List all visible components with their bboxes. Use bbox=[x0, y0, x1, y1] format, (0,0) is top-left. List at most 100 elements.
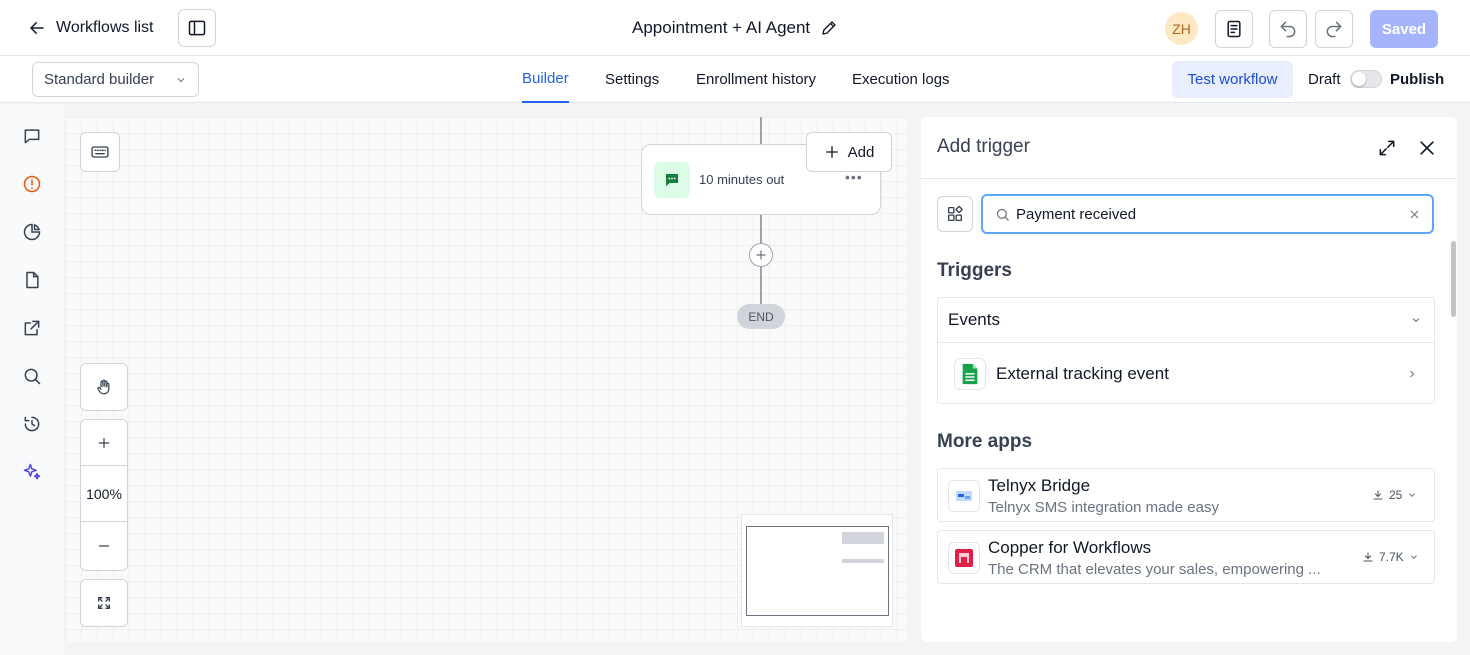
app-card-copper-for-workflows[interactable]: Copper for Workflows The CRM that elevat… bbox=[937, 530, 1435, 584]
redo-icon bbox=[1324, 19, 1344, 39]
pie-chart-icon[interactable] bbox=[20, 220, 44, 244]
pencil-icon[interactable] bbox=[820, 19, 838, 37]
builder-mode-value: Standard builder bbox=[44, 71, 155, 88]
panel-scrollbar[interactable] bbox=[1451, 241, 1456, 317]
events-label: Events bbox=[948, 310, 1000, 329]
node-label: 10 minutes out bbox=[699, 172, 785, 187]
chevron-right-icon bbox=[1406, 368, 1418, 380]
publish-label: Publish bbox=[1390, 71, 1445, 88]
category-filter-button[interactable] bbox=[937, 196, 973, 232]
search-icon bbox=[995, 207, 1010, 222]
spreadsheet-icon bbox=[954, 358, 986, 390]
search-icon[interactable] bbox=[20, 364, 44, 388]
zoom-controls: 100% bbox=[80, 419, 128, 571]
workflow-title-group: Appointment + AI Agent bbox=[632, 14, 838, 42]
notes-button[interactable] bbox=[1215, 10, 1253, 48]
triggers-heading: Triggers bbox=[937, 260, 1012, 281]
install-count: 25 bbox=[1389, 488, 1403, 502]
app-description: The CRM that elevates your sales, empowe… bbox=[988, 561, 1321, 578]
file-icon[interactable] bbox=[20, 268, 44, 292]
arrow-left-icon bbox=[28, 19, 46, 37]
apps-grid-icon bbox=[946, 205, 964, 223]
zoom-out-button[interactable] bbox=[81, 522, 127, 570]
left-rail bbox=[0, 104, 64, 655]
back-label: Workflows list bbox=[56, 19, 154, 36]
plus-icon bbox=[824, 144, 840, 160]
maximize-icon[interactable] bbox=[1375, 136, 1399, 160]
publish-toggle[interactable] bbox=[1350, 70, 1382, 88]
keyboard-icon bbox=[90, 142, 110, 162]
connector-line-bottom bbox=[760, 267, 762, 304]
app-card-telnyx-bridge[interactable]: Telnyx Bridge Telnyx SMS integration mad… bbox=[937, 468, 1435, 522]
tab-enrollment-history[interactable]: Enrollment history bbox=[696, 56, 816, 103]
minus-icon bbox=[97, 539, 111, 553]
back-to-workflows-link[interactable]: Workflows list bbox=[28, 14, 154, 42]
events-accordion-header[interactable]: Events bbox=[938, 298, 1434, 343]
chevron-down-icon bbox=[1407, 490, 1417, 500]
more-apps-heading: More apps bbox=[937, 431, 1033, 452]
app-install-count: 25 bbox=[1372, 488, 1417, 502]
panel-title: Add trigger bbox=[937, 136, 1030, 157]
tab-execution-logs[interactable]: Execution logs bbox=[852, 56, 950, 103]
insert-step-button[interactable] bbox=[749, 243, 773, 267]
builder-mode-select[interactable]: Standard builder bbox=[32, 62, 199, 97]
alert-circle-icon[interactable] bbox=[20, 172, 44, 196]
chevron-down-icon bbox=[1409, 552, 1419, 562]
end-marker: END bbox=[737, 304, 785, 329]
add-label: Add bbox=[847, 143, 875, 161]
zoom-level-button[interactable]: 100% bbox=[81, 466, 127, 522]
panel-header: Add trigger bbox=[921, 117, 1457, 179]
tab-settings[interactable]: Settings bbox=[605, 56, 659, 103]
workflow-canvas[interactable]: 10 minutes out ••• Add END 100% bbox=[65, 117, 907, 642]
user-avatar[interactable]: ZH bbox=[1165, 12, 1198, 45]
download-icon bbox=[1362, 551, 1374, 563]
redo-button[interactable] bbox=[1315, 10, 1353, 48]
connector-line-top bbox=[760, 117, 762, 144]
close-icon[interactable] bbox=[1415, 136, 1439, 160]
download-icon bbox=[1372, 489, 1384, 501]
undo-icon bbox=[1278, 19, 1298, 39]
keyboard-shortcuts-button[interactable] bbox=[80, 132, 120, 172]
app-description: Telnyx SMS integration made easy bbox=[988, 499, 1219, 516]
sparkle-icon[interactable] bbox=[20, 460, 44, 484]
install-count: 7.7K bbox=[1379, 550, 1404, 564]
clear-search-icon[interactable] bbox=[1409, 209, 1420, 220]
expand-icon bbox=[96, 595, 112, 611]
add-trigger-panel: Add trigger Triggers Events bbox=[921, 117, 1457, 642]
saved-button[interactable]: Saved bbox=[1370, 10, 1438, 48]
trigger-search-input[interactable] bbox=[1016, 205, 1409, 223]
sub-navigation-bar: Standard builder Builder Settings Enroll… bbox=[0, 56, 1470, 103]
message-icon bbox=[654, 162, 690, 198]
clipboard-list-icon bbox=[1224, 19, 1244, 39]
app-name: Copper for Workflows bbox=[988, 538, 1152, 557]
hand-icon bbox=[95, 378, 113, 396]
add-step-button[interactable]: Add bbox=[806, 132, 892, 172]
draft-label: Draft bbox=[1308, 71, 1341, 88]
trigger-item-external-tracking-event[interactable]: External tracking event bbox=[938, 344, 1434, 404]
external-link-icon[interactable] bbox=[20, 316, 44, 340]
zoom-level: 100% bbox=[86, 485, 122, 502]
toggle-sidebar-button[interactable] bbox=[178, 9, 216, 47]
zoom-in-button[interactable] bbox=[81, 420, 127, 466]
app-install-count: 7.7K bbox=[1362, 550, 1419, 564]
connector-line-middle bbox=[760, 215, 762, 243]
trigger-item-label: External tracking event bbox=[996, 364, 1169, 383]
workflow-title: Appointment + AI Agent bbox=[632, 18, 811, 37]
test-workflow-button[interactable]: Test workflow bbox=[1172, 61, 1293, 98]
trigger-search-box bbox=[981, 194, 1434, 234]
toggle-knob bbox=[1352, 72, 1366, 86]
plus-icon bbox=[755, 249, 767, 261]
chat-icon[interactable] bbox=[20, 124, 44, 148]
plus-icon bbox=[97, 436, 111, 450]
sidebar-panel-icon bbox=[187, 18, 207, 38]
pan-tool-button[interactable] bbox=[80, 363, 128, 411]
top-bar: Workflows list Appointment + AI Agent ZH… bbox=[0, 0, 1470, 56]
chevron-down-icon bbox=[1410, 314, 1422, 326]
canvas-minimap[interactable] bbox=[741, 514, 893, 627]
chevron-down-icon bbox=[175, 74, 187, 86]
minimap-node bbox=[842, 532, 884, 544]
undo-button[interactable] bbox=[1269, 10, 1307, 48]
tab-builder[interactable]: Builder bbox=[522, 56, 569, 103]
fit-view-button[interactable] bbox=[80, 579, 128, 627]
history-icon[interactable] bbox=[20, 412, 44, 436]
